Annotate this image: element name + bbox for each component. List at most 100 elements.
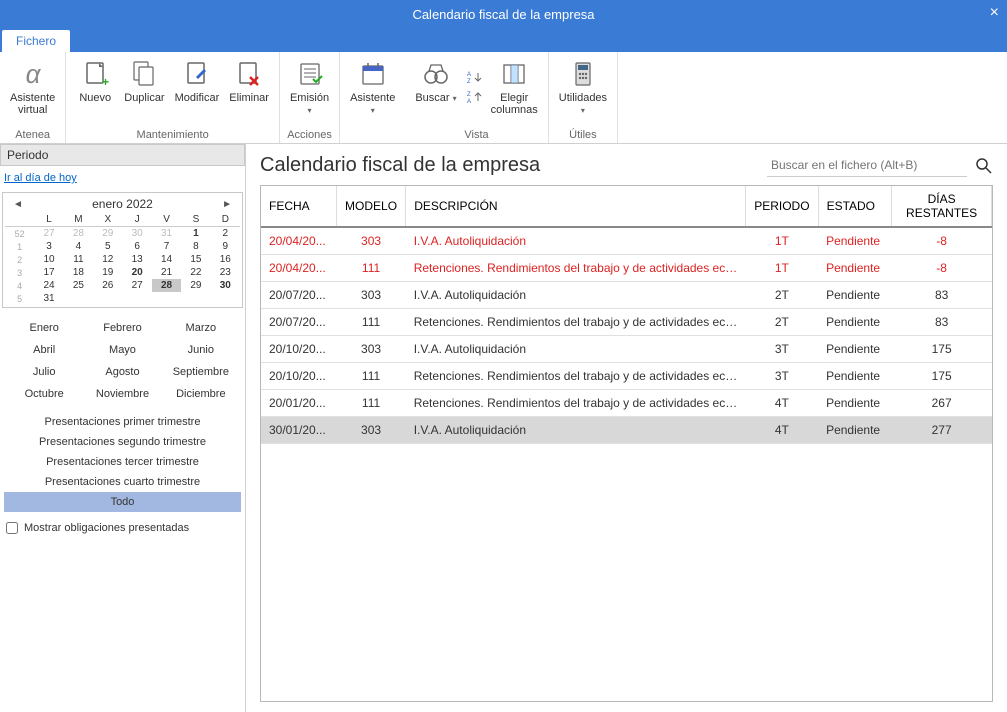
col-periodo[interactable]: PERIODO xyxy=(746,186,818,227)
modificar-button[interactable]: Modificar xyxy=(171,56,224,106)
cal-day[interactable]: 16 xyxy=(211,253,240,266)
cal-day[interactable]: 15 xyxy=(181,253,210,266)
table-row[interactable]: 20/07/20...111Retenciones. Rendimientos … xyxy=(261,309,992,336)
search-icon[interactable] xyxy=(975,157,993,175)
sidebar: Periodo Ir al día de hoy ◄ enero 2022 ► … xyxy=(0,144,246,712)
elegir-columnas-button[interactable]: Elegircolumnas xyxy=(487,56,542,118)
table-row[interactable]: 20/07/20...303I.V.A. Autoliquidación2TPe… xyxy=(261,282,992,309)
search-input[interactable] xyxy=(767,154,967,177)
cal-day[interactable]: 28 xyxy=(152,279,181,292)
table-row[interactable]: 20/04/20...111Retenciones. Rendimientos … xyxy=(261,255,992,282)
asistente-button[interactable]: Asistente▾ xyxy=(346,56,399,119)
title-bar: Calendario fiscal de la empresa × xyxy=(0,0,1007,28)
cal-day[interactable] xyxy=(181,292,210,305)
period-month[interactable]: Febrero xyxy=(84,318,160,338)
sort-desc-button[interactable]: ZA xyxy=(463,88,485,106)
cal-day[interactable] xyxy=(64,292,93,305)
emision-button[interactable]: Emisión▾ xyxy=(286,56,333,119)
cal-day[interactable]: 31 xyxy=(34,292,63,305)
col-desc[interactable]: DESCRIPCIÓN xyxy=(406,186,746,227)
cal-day[interactable]: 1 xyxy=(181,227,210,241)
period-month[interactable]: Marzo xyxy=(163,318,239,338)
period-month[interactable]: Noviembre xyxy=(84,384,160,404)
asistente-virtual-button[interactable]: α Asistentevirtual xyxy=(6,56,59,118)
cal-day[interactable]: 5 xyxy=(93,240,122,253)
ribbon-tabstrip: Fichero xyxy=(0,28,1007,52)
cal-prev-button[interactable]: ◄ xyxy=(7,199,29,210)
cal-day[interactable]: 14 xyxy=(152,253,181,266)
cal-day[interactable]: 17 xyxy=(34,266,63,279)
cal-day[interactable] xyxy=(211,292,240,305)
cal-day[interactable]: 29 xyxy=(181,279,210,292)
duplicar-button[interactable]: Duplicar xyxy=(120,56,168,106)
cal-day[interactable]: 11 xyxy=(64,253,93,266)
utilidades-button[interactable]: Utilidades▾ xyxy=(555,56,611,119)
table-row[interactable]: 20/01/20...111Retenciones. Rendimientos … xyxy=(261,390,992,417)
cal-day[interactable]: 13 xyxy=(123,253,152,266)
period-month[interactable]: Junio xyxy=(163,340,239,360)
period-month[interactable]: Diciembre xyxy=(163,384,239,404)
cal-day[interactable]: 9 xyxy=(211,240,240,253)
duplicate-icon xyxy=(128,58,160,90)
presentation-filter[interactable]: Presentaciones tercer trimestre xyxy=(4,452,241,472)
presentation-filter[interactable]: Presentaciones primer trimestre xyxy=(4,412,241,432)
eliminar-button[interactable]: Eliminar xyxy=(225,56,273,106)
col-estado[interactable]: ESTADO xyxy=(818,186,892,227)
col-fecha[interactable]: FECHA xyxy=(261,186,336,227)
period-month[interactable]: Agosto xyxy=(84,362,160,382)
ribbon-group-vista: Buscar ▾ AZ ZA Elegircolumnas Vista xyxy=(405,52,548,143)
col-dias[interactable]: DÍAS RESTANTES xyxy=(892,186,992,227)
presentation-filter[interactable]: Presentaciones cuarto trimestre xyxy=(4,472,241,492)
cal-day[interactable]: 29 xyxy=(93,227,122,241)
presentation-filter[interactable]: Presentaciones segundo trimestre xyxy=(4,432,241,452)
presentation-todo[interactable]: Todo xyxy=(4,492,241,512)
cal-day[interactable]: 30 xyxy=(123,227,152,241)
table-row[interactable]: 20/10/20...111Retenciones. Rendimientos … xyxy=(261,363,992,390)
cal-day[interactable]: 22 xyxy=(181,266,210,279)
nuevo-button[interactable]: + Nuevo xyxy=(72,56,118,106)
sort-asc-button[interactable]: AZ xyxy=(463,68,485,86)
cal-day[interactable]: 7 xyxy=(152,240,181,253)
cal-day[interactable]: 2 xyxy=(211,227,240,241)
cal-day[interactable]: 24 xyxy=(34,279,63,292)
cal-day[interactable]: 27 xyxy=(34,227,63,241)
cal-day[interactable]: 30 xyxy=(211,279,240,292)
tab-fichero[interactable]: Fichero xyxy=(2,30,70,52)
period-month[interactable]: Octubre xyxy=(6,384,82,404)
cal-day[interactable]: 26 xyxy=(93,279,122,292)
close-icon[interactable]: × xyxy=(990,4,999,22)
period-month[interactable]: Enero xyxy=(6,318,82,338)
cal-day[interactable]: 6 xyxy=(123,240,152,253)
table-row[interactable]: 20/10/20...303I.V.A. Autoliquidación3TPe… xyxy=(261,336,992,363)
table-row[interactable]: 30/01/20...303I.V.A. Autoliquidación4TPe… xyxy=(261,417,992,444)
period-month[interactable]: Julio xyxy=(6,362,82,382)
cal-next-button[interactable]: ► xyxy=(216,199,238,210)
today-link[interactable]: Ir al día de hoy xyxy=(0,166,245,190)
col-modelo[interactable]: MODELO xyxy=(336,186,405,227)
buscar-button[interactable]: Buscar ▾ xyxy=(411,56,460,118)
cal-day[interactable]: 12 xyxy=(93,253,122,266)
cal-day[interactable] xyxy=(123,292,152,305)
cal-day[interactable]: 19 xyxy=(93,266,122,279)
period-month[interactable]: Abril xyxy=(6,340,82,360)
cal-day[interactable]: 25 xyxy=(64,279,93,292)
page-title: Calendario fiscal de la empresa xyxy=(260,154,540,177)
cal-day[interactable]: 21 xyxy=(152,266,181,279)
period-month[interactable]: Septiembre xyxy=(163,362,239,382)
cal-day[interactable]: 4 xyxy=(64,240,93,253)
cal-day[interactable]: 28 xyxy=(64,227,93,241)
mini-calendar: ◄ enero 2022 ► LMXJVSD522728293031121345… xyxy=(2,192,243,308)
cal-day[interactable]: 10 xyxy=(34,253,63,266)
cal-day[interactable]: 31 xyxy=(152,227,181,241)
cal-day[interactable] xyxy=(152,292,181,305)
cal-day[interactable]: 27 xyxy=(123,279,152,292)
cal-day[interactable] xyxy=(93,292,122,305)
cal-day[interactable]: 8 xyxy=(181,240,210,253)
cal-day[interactable]: 23 xyxy=(211,266,240,279)
cal-day[interactable]: 20 xyxy=(123,266,152,279)
cal-day[interactable]: 18 xyxy=(64,266,93,279)
show-presented-checkbox[interactable] xyxy=(6,522,18,534)
cal-day[interactable]: 3 xyxy=(34,240,63,253)
period-month[interactable]: Mayo xyxy=(84,340,160,360)
table-row[interactable]: 20/04/20...303I.V.A. Autoliquidación1TPe… xyxy=(261,227,992,255)
